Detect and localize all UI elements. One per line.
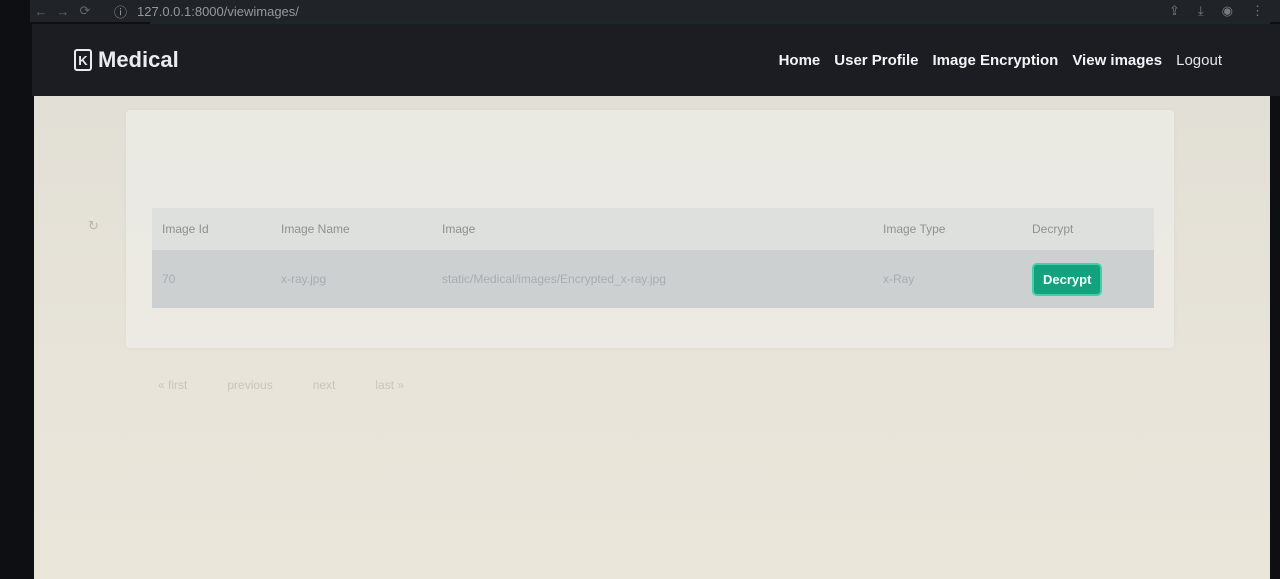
pagination-last[interactable]: last » [375, 378, 404, 392]
brand[interactable]: K Medical [74, 47, 179, 73]
table-row: 70 x-ray.jpg static/Medical/images/Encry… [152, 250, 1154, 308]
nav-user-profile[interactable]: User Profile [834, 52, 918, 69]
pagination-first[interactable]: « first [158, 378, 187, 392]
images-table: Image Id Image Name Image Image Type Dec… [152, 208, 1154, 308]
screen-photo: ← → ⟳ ⓘ 127.0.0.1:8000/viewimages/ ⇪ ⤓ ◉… [0, 0, 1280, 579]
page-content: ↻ Image Id Image Name Image Image Type D… [34, 96, 1270, 579]
reload-icon[interactable]: ⟳ [74, 3, 96, 19]
nav-image-encryption[interactable]: Image Encryption [932, 52, 1058, 69]
brand-name: Medical [98, 47, 179, 72]
decrypt-button[interactable]: Decrypt [1032, 262, 1103, 296]
menu-icon[interactable]: ⋮ [1251, 3, 1264, 19]
nav-links: Home User Profile Image Encryption View … [779, 52, 1222, 69]
nav-home[interactable]: Home [779, 52, 821, 69]
url-text[interactable]: 127.0.0.1:8000/viewimages/ [137, 4, 299, 19]
cell-image-type: x-Ray [883, 272, 915, 286]
site-navbar: K Medical Home User Profile Image Encryp… [32, 24, 1280, 96]
browser-actions: ⇪ ⤓ ◉ ⋮ [1169, 3, 1264, 19]
header-image-id: Image Id [162, 222, 209, 236]
profile-icon[interactable]: ◉ [1222, 3, 1233, 19]
cell-image-id: 70 [162, 272, 176, 286]
header-image: Image [442, 222, 476, 236]
download-icon[interactable]: ⤓ [1198, 3, 1204, 19]
header-image-name: Image Name [281, 222, 350, 236]
site-info-icon[interactable]: ⓘ [114, 2, 127, 21]
pagination: « first previous next last » [158, 378, 404, 392]
address-bar[interactable]: ⓘ 127.0.0.1:8000/viewimages/ [114, 2, 299, 21]
header-image-type: Image Type [883, 222, 946, 236]
side-mark-icon: ↻ [88, 218, 99, 233]
browser-toolbar: ← → ⟳ ⓘ 127.0.0.1:8000/viewimages/ ⇪ ⤓ ◉… [30, 0, 1280, 22]
header-decrypt: Decrypt [1032, 222, 1074, 236]
cell-image-name: x-ray.jpg [281, 272, 327, 286]
cell-image-path: static/Medical/images/Encrypted_x-ray.jp… [442, 272, 666, 286]
table-header-row: Image Id Image Name Image Image Type Dec… [152, 208, 1154, 250]
forward-icon[interactable]: → [52, 4, 74, 19]
share-icon[interactable]: ⇪ [1169, 3, 1180, 19]
logo-icon: K [74, 49, 92, 71]
cell-decrypt: Decrypt [1022, 250, 1154, 308]
nav-view-images[interactable]: View images [1072, 52, 1162, 69]
pagination-next[interactable]: next [313, 378, 336, 392]
pagination-previous[interactable]: previous [227, 378, 272, 392]
back-icon[interactable]: ← [30, 4, 52, 19]
nav-logout[interactable]: Logout [1176, 52, 1222, 69]
